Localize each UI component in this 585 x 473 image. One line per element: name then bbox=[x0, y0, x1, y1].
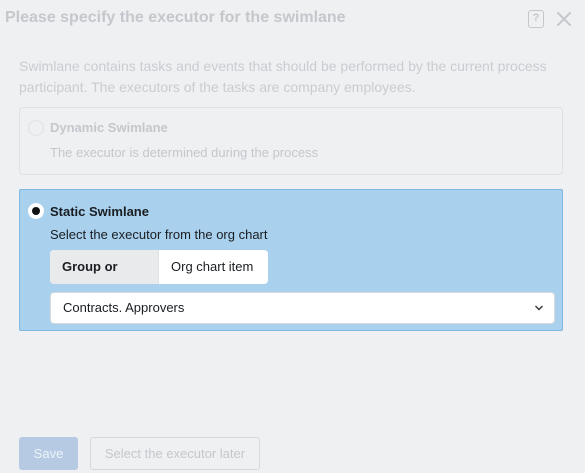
help-icon[interactable]: ? bbox=[528, 10, 544, 28]
select-later-button[interactable]: Select the executor later bbox=[90, 437, 260, 470]
option-dynamic-swimlane[interactable]: Dynamic Swimlane The executor is determi… bbox=[19, 107, 563, 175]
save-button[interactable]: Save bbox=[19, 437, 78, 470]
dialog-title: Please specify the executor for the swim… bbox=[5, 9, 346, 26]
dialog-description: Swimlane contains tasks and events that … bbox=[19, 58, 547, 95]
radio-static[interactable] bbox=[28, 203, 44, 219]
option-dynamic-subtitle: The executor is determined during the pr… bbox=[50, 145, 319, 160]
option-static-title: Static Swimlane bbox=[50, 204, 149, 219]
executor-type-tabs: Group or Role Org chart item bbox=[50, 250, 268, 284]
executor-select[interactable]: Contracts. Approvers bbox=[50, 292, 555, 324]
executor-select-value: Contracts. Approvers bbox=[63, 300, 185, 315]
option-dynamic-title: Dynamic Swimlane bbox=[50, 120, 168, 135]
option-static-subtitle: Select the executor from the org chart bbox=[50, 227, 268, 242]
chevron-down-icon bbox=[535, 305, 543, 311]
radio-dynamic[interactable] bbox=[28, 120, 44, 136]
swimlane-executor-dialog: Please specify the executor for the swim… bbox=[0, 0, 585, 473]
tab-org-chart-item[interactable]: Org chart item bbox=[158, 250, 268, 284]
tab-group-or-role[interactable]: Group or Role bbox=[50, 250, 158, 284]
close-icon[interactable] bbox=[556, 11, 572, 27]
option-static-swimlane[interactable]: Static Swimlane Select the executor from… bbox=[19, 189, 563, 331]
